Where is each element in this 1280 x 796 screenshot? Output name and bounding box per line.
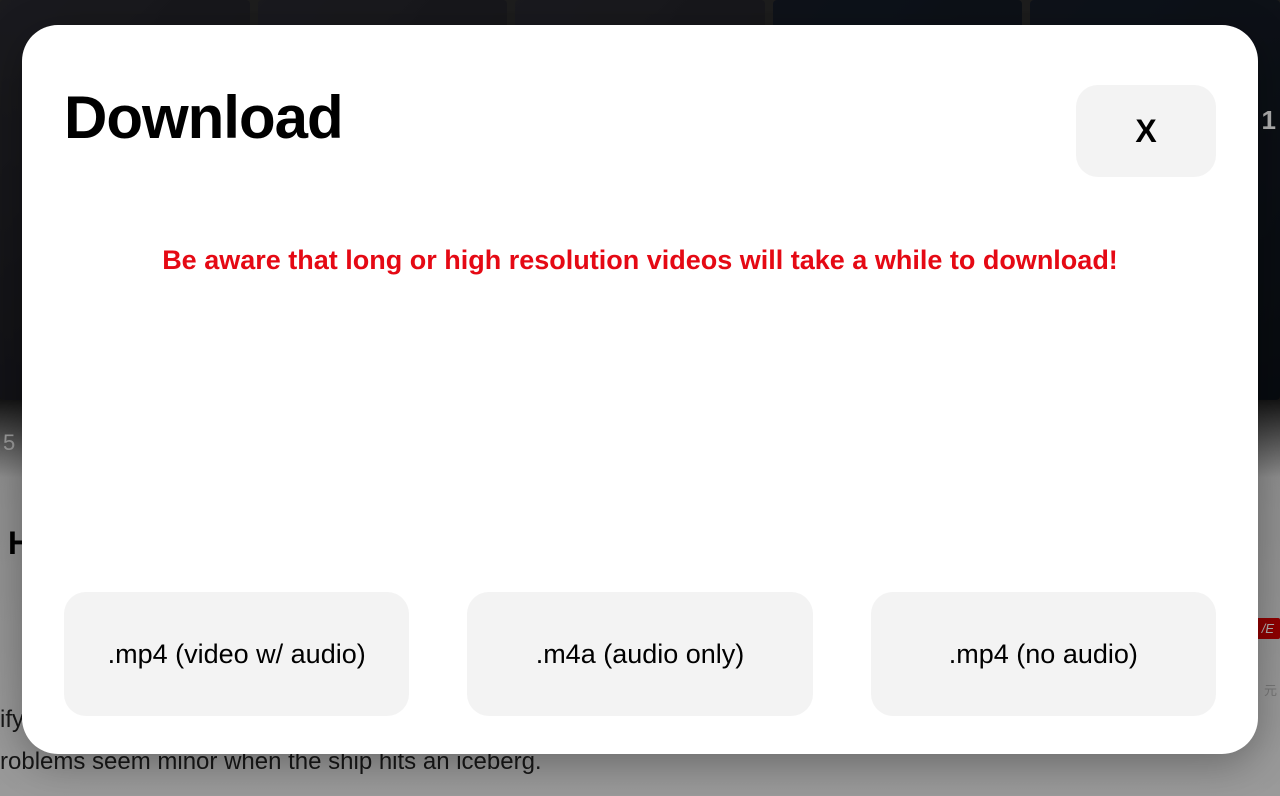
format-button-row: .mp4 (video w/ audio) .m4a (audio only) … [64, 592, 1216, 716]
warning-message: Be aware that long or high resolution vi… [64, 243, 1216, 278]
close-button[interactable]: X [1076, 85, 1216, 177]
modal-header: Download X [64, 85, 1216, 177]
format-mp4-no-audio-button[interactable]: .mp4 (no audio) [871, 592, 1216, 716]
download-modal: Download X Be aware that long or high re… [22, 25, 1258, 754]
spacer [64, 278, 1216, 572]
format-m4a-audio-button[interactable]: .m4a (audio only) [467, 592, 812, 716]
modal-title: Download [64, 83, 343, 152]
close-icon: X [1135, 113, 1156, 150]
format-mp4-video-audio-button[interactable]: .mp4 (video w/ audio) [64, 592, 409, 716]
